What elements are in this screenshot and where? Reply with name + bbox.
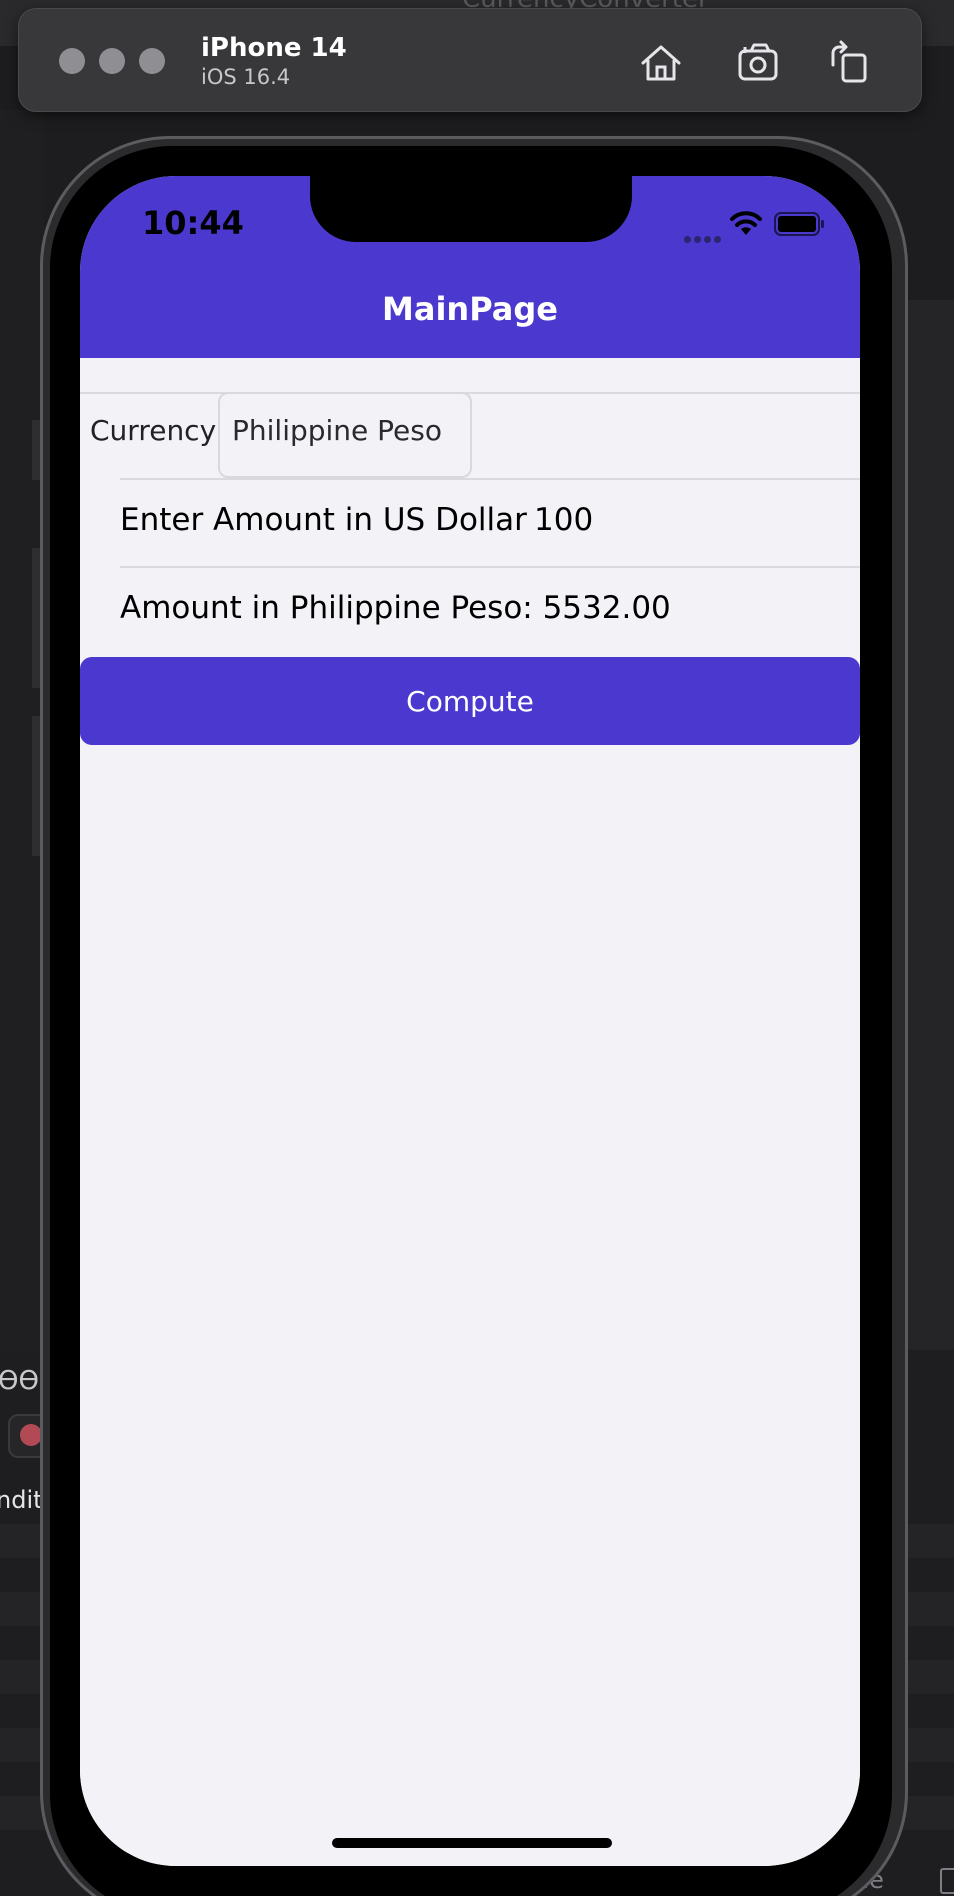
device-name: iPhone 14 (201, 33, 347, 63)
currency-label: Currency (90, 414, 217, 447)
screenshot-root: CurrencyConverter ϴϴ ndit nsole iPhone 1… (0, 0, 954, 1896)
page-content (80, 358, 860, 1866)
converted-amount-text: Amount in Philippine Peso: 5532.00 (120, 590, 671, 626)
minimize-window-button[interactable] (99, 48, 125, 74)
phone-screen: 10:44 MainPage Currency Philippine Peso … (80, 176, 860, 1866)
compute-button[interactable]: Compute (80, 657, 860, 745)
home-icon[interactable] (637, 39, 685, 87)
separator (80, 392, 860, 394)
debug-filter-text: ndit (0, 1486, 43, 1514)
page-title: MainPage (382, 290, 558, 328)
wifi-icon (730, 211, 762, 235)
separator (120, 478, 860, 480)
simulator-toolbar: iPhone 14 iOS 16.4 (18, 8, 922, 112)
xcode-left-bar (32, 420, 40, 480)
battery-icon (774, 212, 824, 236)
zoom-window-button[interactable] (139, 48, 165, 74)
xcode-left-bar (32, 548, 40, 688)
close-window-button[interactable] (59, 48, 85, 74)
status-time: 10:44 (142, 204, 244, 242)
home-indicator[interactable] (332, 1838, 612, 1848)
device-notch (310, 176, 632, 242)
amount-input[interactable]: 100 (534, 502, 593, 538)
rotate-icon[interactable] (825, 39, 873, 87)
glasses-icon[interactable]: ϴϴ (0, 1366, 39, 1396)
device-os-version: iOS 16.4 (201, 65, 291, 89)
cellular-signal-icon (684, 228, 724, 247)
xcode-left-bar (32, 716, 40, 856)
separator (120, 566, 860, 568)
console-icon[interactable] (940, 1868, 954, 1894)
currency-picker-value[interactable]: Philippine Peso (232, 414, 442, 447)
screenshot-icon[interactable] (735, 39, 783, 87)
breakpoint-icon (20, 1424, 42, 1446)
amount-label: Enter Amount in US Dollar (120, 502, 527, 538)
